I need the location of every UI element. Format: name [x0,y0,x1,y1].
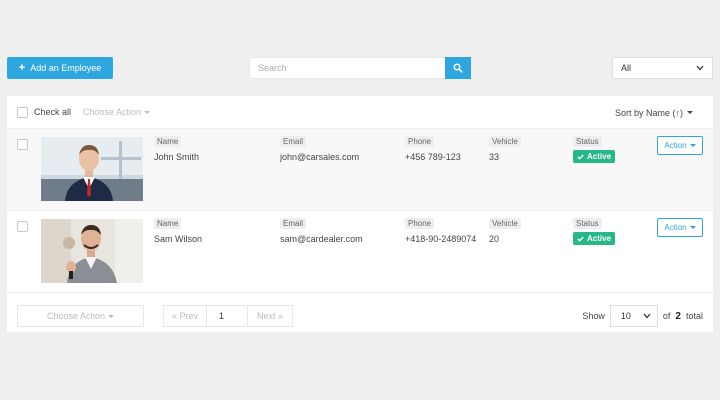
status-field: Status Active [573,136,616,163]
phone-label: Phone [405,218,435,229]
choose-action-dropdown[interactable]: Choose Action [83,107,151,117]
row-action-button[interactable]: Action [657,136,703,155]
employee-email: sam@cardealer.com [280,234,363,244]
vehicle-label: Vehicle [489,136,521,147]
pagination: « Prev 1 Next » [163,305,293,327]
choose-action-label: Choose Action [46,311,106,321]
employee-name: Sam Wilson [154,234,203,244]
name-field: Name John Smith [154,136,199,162]
email-label: Email [280,218,307,229]
name-field: Name Sam Wilson [154,218,202,244]
list-footer: Choose Action « Prev 1 Next » Show 10 of… [7,300,713,332]
add-employee-button[interactable]: + Add an Employee [7,57,113,79]
check-all-checkbox[interactable] [17,106,28,118]
sort-dropdown[interactable]: Sort by Name (↑) [615,96,693,129]
caret-down-icon [108,314,115,318]
phone-label: Phone [405,136,435,147]
next-page-button[interactable]: Next » [247,305,293,327]
employee-row: Name John Smith Email john@carsales.com … [7,129,713,211]
page-size-control: Show 10 of 2 total [582,305,703,327]
show-label: Show [582,311,605,321]
chevron-down-icon [696,65,704,71]
caret-down-icon [144,110,151,114]
add-employee-label: Add an Employee [30,63,102,73]
employee-photo [41,137,143,201]
choose-action-label: Choose Action [83,107,142,117]
check-icon [577,154,584,160]
sort-label: Sort by Name (↑) [614,107,683,118]
plus-icon: + [18,61,26,74]
employee-photo [41,219,143,283]
email-field: Email sam@cardealer.com [280,218,363,244]
check-all[interactable]: Check all [17,106,72,118]
status-label: Status [573,136,602,147]
employee-vehicle: 20 [489,234,500,244]
row-checkbox[interactable] [17,221,28,232]
status-text: Active [587,234,612,243]
vehicle-field: Vehicle 20 [489,218,521,244]
name-label: Name [154,218,182,229]
prev-page-button[interactable]: « Prev [163,305,207,327]
caret-down-icon [687,111,693,114]
caret-down-icon [689,226,696,229]
phone-field: Phone +418-90-2489074 [405,218,476,244]
email-field: Email john@carsales.com [280,136,359,162]
check-all-label: Check all [34,107,72,117]
phone-field: Phone +456 789-123 [405,136,461,162]
vehicle-label: Vehicle [489,218,521,229]
search-icon [453,63,463,73]
total-label: total [685,311,703,321]
top-toolbar: + Add an Employee All [7,57,713,79]
of-label: of [662,311,671,321]
employee-name: John Smith [154,152,200,162]
name-label: Name [154,136,182,147]
row-checkbox[interactable] [17,139,28,150]
search-input[interactable] [249,57,445,79]
check-icon [577,236,584,242]
row-action-label: Action [664,223,687,232]
employee-row: Name Sam Wilson Email sam@cardealer.com … [7,211,713,293]
employee-vehicle: 33 [489,152,500,162]
chevron-down-icon [643,313,651,319]
status-field: Status Active [573,218,616,245]
employee-phone: +418-90-2489074 [405,234,477,244]
search-box [249,57,471,79]
list-toolbar: Check all Choose Action Sort by Name (↑) [7,96,713,129]
status-badge: Active [573,232,616,245]
search-button[interactable] [445,57,471,79]
per-page-value: 10 [620,311,631,321]
email-label: Email [280,136,307,147]
status-filter-select[interactable]: All [612,57,713,79]
status-label: Status [573,218,602,229]
page-number-input[interactable]: 1 [207,305,247,327]
per-page-select[interactable]: 10 [609,305,658,327]
row-action-button[interactable]: Action [657,218,703,237]
caret-down-icon [689,144,696,147]
employee-list-panel: Check all Choose Action Sort by Name (↑) [7,96,713,332]
choose-action-button[interactable]: Choose Action [17,305,144,327]
total-pages: 2 [675,310,681,322]
status-text: Active [587,152,612,161]
status-filter-value: All [621,63,632,73]
vehicle-field: Vehicle 33 [489,136,521,162]
employee-phone: +456 789-123 [405,152,461,162]
row-action-label: Action [664,141,687,150]
employee-email: john@carsales.com [280,152,360,162]
status-badge: Active [573,150,616,163]
